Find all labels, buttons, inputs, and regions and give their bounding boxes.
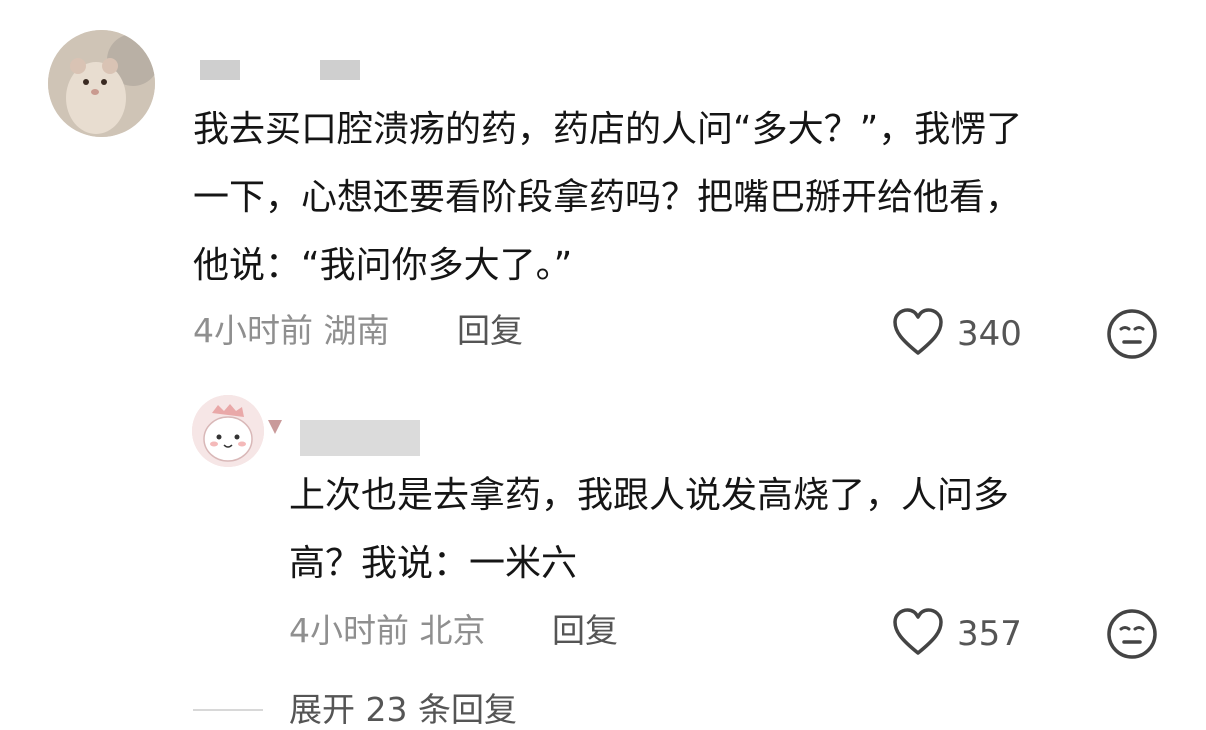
reply-avatar[interactable] [192,395,264,467]
reply-time: 4小时前 [289,611,409,650]
heart-outline-icon[interactable] [892,308,944,360]
meh-face-icon[interactable] [1106,308,1158,364]
reply-location: 北京 [419,611,486,650]
expand-replies-button[interactable]: 展开 23 条回复 [289,690,517,730]
comment-text-line-3: 他说：“我问你多大了。” [193,245,573,286]
comment-location: 湖南 [323,311,390,350]
reply-button[interactable]: 回复 [457,311,523,351]
comment-time: 4小时前 [193,311,313,350]
hamster-avatar-image [48,30,155,137]
reply-meta: 4小时前 北京 [289,611,486,651]
reply-reply-button[interactable]: 回复 [552,611,618,651]
avatar[interactable] [48,30,155,137]
expand-divider [193,709,263,711]
username-blurred-2[interactable] [320,60,360,80]
comment-text-line-1: 我去买口腔溃疡的药，药店的人问“多大？”，我愣了 [193,109,1023,150]
tag-icon [268,420,282,434]
meh-face-icon[interactable] [1106,608,1158,664]
reply-text-line-1: 上次也是去拿药，我跟人说发高烧了，人问多 [289,475,1010,516]
reply-like-count: 357 [957,614,1022,654]
like-count: 340 [957,314,1022,354]
comment-text-line-2: 一下，心想还要看阶段拿药吗？把嘴巴掰开给他看， [193,177,1022,218]
heart-outline-icon[interactable] [892,608,944,660]
reply-username-blurred[interactable] [300,420,420,456]
username-blurred[interactable] [200,60,240,80]
reply-text-line-2: 高？我说：一米六 [289,543,578,584]
cartoon-avatar-image [192,395,264,467]
comment-meta: 4小时前 湖南 [193,311,390,351]
